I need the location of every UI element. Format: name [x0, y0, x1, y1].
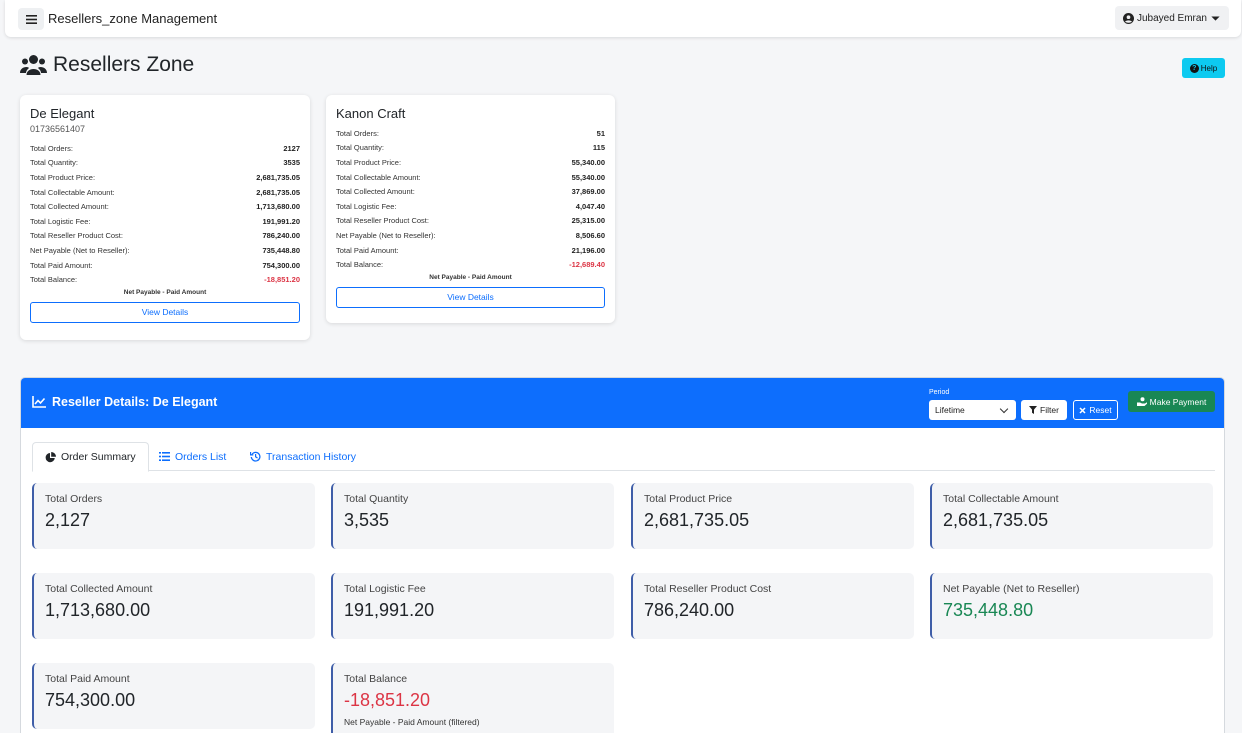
history-icon [250, 451, 261, 462]
reseller-details-panel: Reseller Details: De Elegant Period Life… [20, 377, 1225, 733]
stat-row: Total Reseller Product Cost: 786,240.00 [30, 231, 300, 241]
stat-row: Total Orders: 2127 [30, 143, 300, 153]
period-label: Period [929, 389, 950, 396]
stat-card-total-orders: Total Orders 2,127 [32, 483, 315, 549]
stat-card-total-paid-amount: Total Paid Amount 754,300.00 [32, 663, 315, 729]
chart-line-icon [32, 396, 46, 408]
stat-row: Total Product Price: 2,681,735.05 [30, 172, 300, 182]
reseller-phone: 01736561407 [30, 124, 86, 134]
stat-row: Total Quantity: 115 [336, 143, 605, 153]
stat-card-total-logistic-fee: Total Logistic Fee 191,991.20 [331, 573, 614, 639]
stat-row: Total Logistic Fee: 4,047.40 [336, 201, 605, 211]
app-title: Resellers_zone Management [48, 11, 218, 26]
filter-icon [1029, 406, 1038, 414]
stat-card-total-quantity: Total Quantity 3,535 [331, 483, 614, 549]
stat-card-total-balance: Total Balance -18,851.20 Net Payable - P… [331, 663, 614, 733]
stat-card-total-product-price: Total Product Price 2,681,735.05 [631, 483, 914, 549]
chevron-down-icon [999, 404, 1009, 414]
stat-row: Total Product Price: 55,340.00 [336, 157, 605, 167]
stat-row: Net Payable (Net to Reseller): 735,448.80 [30, 245, 300, 255]
view-details-button[interactable]: View Details [30, 301, 300, 323]
stat-row: Total Collected Amount: 37,869.00 [336, 187, 605, 197]
stat-row: Total Paid Amount: 21,196.00 [336, 245, 605, 255]
question-circle-icon: ? [1189, 63, 1199, 73]
details-title: Reseller Details: De Elegant [32, 395, 217, 409]
reseller-name: De Elegant [30, 106, 95, 121]
tab-orders-list[interactable]: Orders List [147, 442, 238, 471]
make-payment-button[interactable]: Make Payment [1128, 391, 1215, 412]
details-tabs: Order Summary Orders List Transaction Hi… [32, 442, 1215, 472]
hand-holding-dollar-icon [1136, 397, 1147, 406]
stat-row: Total Balance: -12,689.40 [336, 260, 605, 270]
details-header: Reseller Details: De Elegant Period Life… [21, 378, 1224, 428]
view-details-button[interactable]: View Details [336, 286, 605, 308]
stat-row: Total Orders: 51 [336, 128, 605, 138]
caret-down-icon [1211, 15, 1220, 21]
list-icon [159, 452, 170, 461]
stat-card-total-reseller-product-cost: Total Reseller Product Cost 786,240.00 [631, 573, 914, 639]
stat-row: Total Paid Amount: 754,300.00 [30, 260, 300, 270]
user-menu-button[interactable]: Jubayed Emran [1114, 6, 1229, 30]
stat-row: Total Logistic Fee: 191,991.20 [30, 216, 300, 226]
balance-note: Net Payable - Paid Amount [429, 273, 512, 281]
stat-row: Net Payable (Net to Reseller): 8,506.60 [336, 230, 605, 240]
reset-button[interactable]: Reset [1073, 400, 1118, 420]
user-circle-icon [1122, 12, 1134, 24]
stat-card-total-collected-amount: Total Collected Amount 1,713,680.00 [32, 573, 315, 639]
stat-row: Total Reseller Product Cost: 25,315.00 [336, 216, 605, 226]
stat-row: Total Balance: -18,851.20 [30, 275, 300, 285]
period-select[interactable]: Lifetime [929, 400, 1016, 420]
reseller-card-de-elegant: De Elegant 01736561407 Total Orders: 2127… [20, 95, 310, 340]
reseller-card-kanon-craft: Kanon Craft Total Orders: 51 Total Quanti… [326, 95, 615, 323]
page-title: Resellers Zone [20, 53, 194, 77]
reseller-name: Kanon Craft [336, 106, 406, 121]
stat-row: Total Collectable Amount: 2,681,735.05 [30, 187, 300, 197]
stat-row: Total Quantity: 3535 [30, 158, 300, 168]
stat-card-total-collectable-amount: Total Collectable Amount 2,681,735.05 [930, 483, 1213, 549]
top-navbar: Resellers_zone Management Jubayed Emran [5, 0, 1241, 37]
user-name: Jubayed Emran [1136, 12, 1207, 24]
tab-order-summary[interactable]: Order Summary [32, 442, 149, 472]
stat-card-net-payable: Net Payable (Net to Reseller) 735,448.80 [930, 573, 1213, 639]
close-icon [1079, 406, 1086, 414]
filter-button[interactable]: Filter [1021, 400, 1067, 420]
help-button[interactable]: ? Help [1182, 58, 1225, 78]
hamburger-icon[interactable] [18, 8, 44, 30]
stat-row: Total Collectable Amount: 55,340.00 [336, 172, 605, 182]
chart-pie-icon [45, 451, 56, 462]
balance-note: Net Payable - Paid Amount [123, 288, 207, 296]
users-icon [20, 55, 47, 75]
tab-transaction-history[interactable]: Transaction History [238, 442, 368, 471]
stat-row: Total Collected Amount: 1,713,680.00 [30, 202, 300, 212]
